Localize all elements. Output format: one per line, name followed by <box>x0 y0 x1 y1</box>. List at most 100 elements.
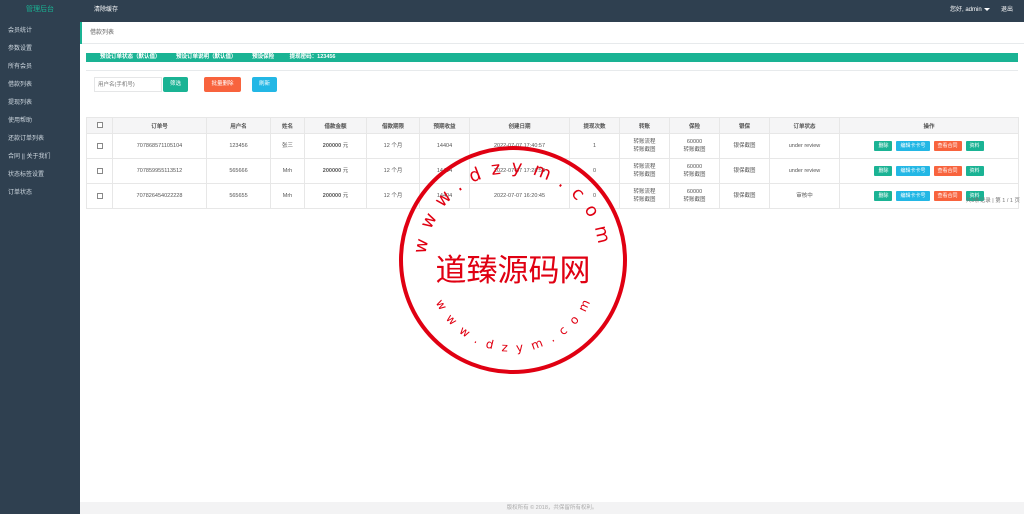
cell-bank-insurance[interactable]: 银保截图 <box>719 133 770 159</box>
view-contract-button[interactable]: 查看合同 <box>933 141 962 151</box>
cell-username: 565666 <box>206 158 271 184</box>
cell-order-status: 审核中 <box>769 183 840 209</box>
insurance-screenshot-link[interactable]: 转账截图 <box>683 197 705 203</box>
transfer-screenshot-link[interactable]: 转账截图 <box>633 147 655 153</box>
sidebar-item-settings[interactable]: 参数设置 <box>0 40 80 58</box>
insurance-amount: 60000 <box>686 164 703 170</box>
insurance-screenshot-link[interactable]: 转账截图 <box>683 147 705 153</box>
cell-amount: 200000 元 <box>304 133 367 159</box>
delete-button[interactable]: 删除 <box>874 191 893 201</box>
cell-amount: 200000 元 <box>304 183 367 209</box>
cell-name: Mrh <box>270 158 305 184</box>
table-header-row: 订单号 用户名 姓名 借款金额 借款期限 预期收益 创建日期 提现次数 转账 保… <box>86 117 1019 134</box>
logout-link[interactable]: 退出 <box>1001 0 1013 20</box>
cell-insurance: 60000 转账截图 <box>669 183 720 209</box>
stamp-bottom-arc-text: www.dzym.com <box>433 289 597 355</box>
watermark-title: 道臻源码网 <box>435 253 591 289</box>
sidebar-item-status-labels[interactable]: 状态标签设置 <box>0 166 80 184</box>
cell-amount: 200000 元 <box>304 158 367 184</box>
refresh-button[interactable]: 刷新 <box>252 77 277 92</box>
header-insurance: 保险 <box>669 117 720 134</box>
cell-name: Mrh <box>270 183 305 209</box>
banner-preset-order-desc[interactable]: 预设订单说明（默认值） <box>176 54 237 60</box>
cell-bank-insurance[interactable]: 银保截图 <box>719 158 770 184</box>
watermark-stamp: www.dzym.com www.dzym.com 道臻源码网 <box>398 145 628 375</box>
cell-actions: 删除 编辑卡卡号 查看合同 资料 <box>839 158 1019 184</box>
edit-card-button[interactable]: 编辑卡卡号 <box>896 141 930 151</box>
sidebar-item-repayment-orders[interactable]: 还款订单列表 <box>0 130 80 148</box>
cell-actions: 删除 编辑卡卡号 查看合同 资料 <box>839 133 1019 159</box>
header-actions: 操作 <box>839 117 1019 134</box>
row-checkbox[interactable] <box>96 192 103 199</box>
banner-preset-insurance[interactable]: 预设保险 <box>252 54 274 60</box>
cell-insurance: 60000 转账截图 <box>669 133 720 159</box>
transfer-process-link[interactable]: 转账流程 <box>633 139 655 145</box>
sidebar-item-loan-list[interactable]: 借款列表 <box>0 76 80 94</box>
amount-value: 200000 <box>322 168 342 174</box>
cell-bank-insurance[interactable]: 银保截图 <box>719 183 770 209</box>
cell-order-status: under review <box>769 133 840 159</box>
edit-card-button[interactable]: 编辑卡卡号 <box>896 166 930 176</box>
insurance-amount: 60000 <box>686 139 703 145</box>
tab-loan-list[interactable]: 借款列表 <box>80 22 114 44</box>
header-select-all[interactable] <box>86 117 113 134</box>
insurance-amount: 60000 <box>686 189 703 195</box>
select-all-checkbox[interactable] <box>96 122 103 129</box>
row-select-cell[interactable] <box>86 158 113 184</box>
edit-card-button[interactable]: 编辑卡卡号 <box>896 191 930 201</box>
header-order-no: 订单号 <box>112 117 207 134</box>
footer-copyright: 版权所有 © 2018，共保留所有权利。 <box>80 502 1024 514</box>
header-amount: 借款金额 <box>304 117 367 134</box>
row-checkbox[interactable] <box>96 142 103 149</box>
row-checkbox[interactable] <box>96 167 103 174</box>
data-button[interactable]: 资料 <box>965 141 984 151</box>
view-contract-button[interactable]: 查看合同 <box>933 166 962 176</box>
transfer-screenshot-link[interactable]: 转账截图 <box>633 172 655 178</box>
header-transfer: 转账 <box>619 117 670 134</box>
row-select-cell[interactable] <box>86 133 113 159</box>
delete-button[interactable]: 删除 <box>874 166 893 176</box>
transfer-process-link[interactable]: 转账流程 <box>633 189 655 195</box>
sidebar-item-contract-about[interactable]: 合同 || 关于我们 <box>0 148 80 166</box>
clear-cache-link[interactable]: 清除缓存 <box>94 0 118 20</box>
header-name: 姓名 <box>270 117 305 134</box>
insurance-screenshot-link[interactable]: 转账截图 <box>683 172 705 178</box>
amount-value: 200000 <box>322 143 342 149</box>
sidebar: 会员统计 参数设置 所有会员 借款列表 提现列表 使用帮助 还款订单列表 合同 … <box>0 22 80 514</box>
filter-button[interactable]: 筛选 <box>163 77 188 92</box>
header-username: 用户名 <box>206 117 271 134</box>
header-order-status: 订单状态 <box>769 117 840 134</box>
header-withdraw-count: 提现次数 <box>569 117 620 134</box>
preset-banner: 预设订单状态（默认值） 预设订单说明（默认值） 预设保险 提现密码：123456 <box>86 53 1018 62</box>
top-navbar: 管理后台 清除缓存 您好, admin 退出 <box>0 0 1024 22</box>
amount-value: 200000 <box>322 193 342 199</box>
batch-delete-button[interactable]: 批量删除 <box>204 77 241 92</box>
amount-unit: 元 <box>342 168 349 174</box>
sidebar-item-all-members[interactable]: 所有会员 <box>0 58 80 76</box>
row-select-cell[interactable] <box>86 183 113 209</box>
header-bank-insurance: 银保 <box>719 117 770 134</box>
banner-withdraw-password: 提现密码：123456 <box>289 54 336 60</box>
cell-insurance: 60000 转账截图 <box>669 158 720 184</box>
search-input[interactable] <box>94 77 162 92</box>
delete-button[interactable]: 删除 <box>874 141 893 151</box>
cell-username: 565655 <box>206 183 271 209</box>
transfer-screenshot-link[interactable]: 转账截图 <box>633 197 655 203</box>
amount-unit: 元 <box>342 143 349 149</box>
banner-preset-order-status[interactable]: 预设订单状态（默认值） <box>100 54 161 60</box>
amount-unit: 元 <box>342 193 349 199</box>
user-menu[interactable]: 您好, admin <box>950 0 990 20</box>
data-button[interactable]: 资料 <box>965 166 984 176</box>
cell-name: 张三 <box>270 133 305 159</box>
caret-down-icon <box>983 7 990 11</box>
brand-title[interactable]: 管理后台 <box>0 0 80 22</box>
sidebar-item-help[interactable]: 使用帮助 <box>0 112 80 130</box>
cell-order-no: 707859955113512 <box>112 158 207 184</box>
sidebar-item-order-status[interactable]: 订单状态 <box>0 184 80 202</box>
header-expected: 预期收益 <box>419 117 470 134</box>
term-value: 12 <box>383 193 390 199</box>
sidebar-item-member-stats[interactable]: 会员统计 <box>0 22 80 40</box>
transfer-process-link[interactable]: 转账流程 <box>633 164 655 170</box>
tab-bar: 借款列表 <box>80 22 1024 44</box>
sidebar-item-withdraw-list[interactable]: 提现列表 <box>0 94 80 112</box>
